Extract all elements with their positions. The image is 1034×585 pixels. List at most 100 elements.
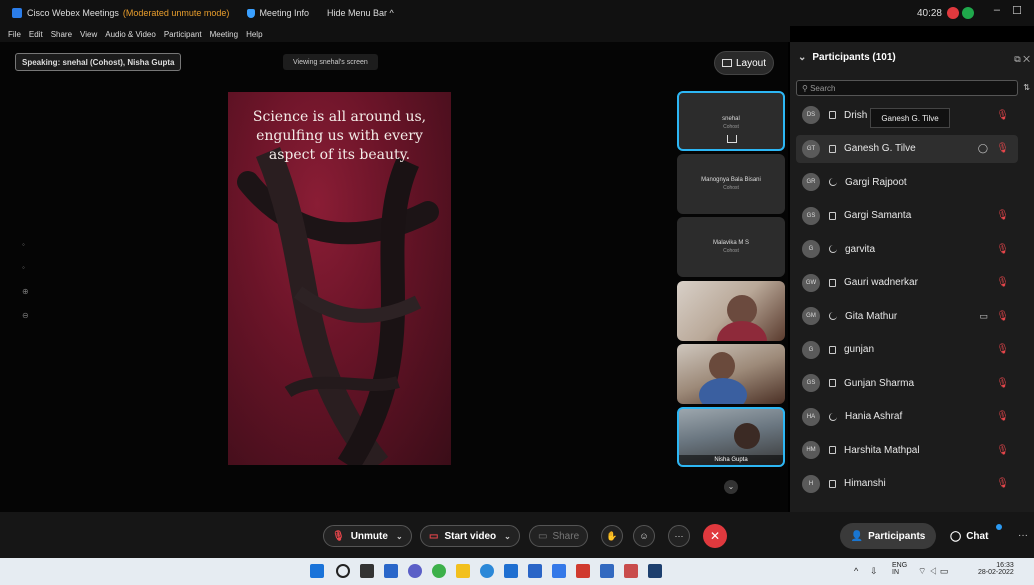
- participant-row[interactable]: H Himanshi 🎙: [796, 470, 1018, 498]
- participant-row[interactable]: HA Hania Ashraf 🎙: [796, 403, 1018, 431]
- menu-share[interactable]: Share: [51, 30, 72, 39]
- menu-meeting[interactable]: Meeting: [210, 30, 238, 39]
- start-video-label: Start video: [444, 530, 497, 542]
- search-icon[interactable]: [336, 564, 350, 578]
- restore-button[interactable]: ☐: [1012, 4, 1022, 17]
- share-button[interactable]: ▭ Share: [529, 525, 589, 547]
- menu-audio-video[interactable]: Audio & Video: [105, 30, 156, 39]
- participants-icon: 👤: [850, 530, 864, 542]
- muted-mic-icon[interactable]: 🎙: [996, 411, 1009, 422]
- meeting-info-button[interactable]: Meeting Info: [247, 8, 309, 18]
- muted-mic-icon[interactable]: 🎙: [996, 143, 1009, 154]
- widgets-icon[interactable]: [384, 564, 398, 578]
- audio-device-icon: [829, 312, 837, 320]
- end-meeting-button[interactable]: ✕: [703, 524, 727, 548]
- scroll-down-icon[interactable]: ⌄: [724, 480, 738, 494]
- wifi-volume-battery-icon[interactable]: ⌔ ◁ ▭: [918, 566, 948, 577]
- minimize-button[interactable]: –: [994, 4, 1000, 16]
- panel-popout-icon[interactable]: ⧉ ✕: [1014, 54, 1030, 65]
- muted-mic-icon[interactable]: 🎙: [996, 210, 1009, 221]
- video-tile-manognya[interactable]: Manognya Bala Bisani Cohost: [677, 154, 785, 214]
- start-video-button[interactable]: ▭ Start video ⌄: [420, 525, 520, 547]
- video-tile-participant-1[interactable]: [677, 281, 785, 341]
- chrome-icon[interactable]: [432, 564, 446, 578]
- muted-mic-icon[interactable]: 🎙: [996, 110, 1009, 121]
- muted-mic-icon[interactable]: 🎙: [996, 277, 1009, 288]
- muted-mic-icon[interactable]: 🎙: [996, 478, 1009, 489]
- more-panels-button[interactable]: ···: [1018, 530, 1028, 541]
- participant-row[interactable]: HM Harshita Mathpal 🎙: [796, 436, 1018, 464]
- muted-mic-icon[interactable]: 🎙: [996, 445, 1009, 456]
- computer-device-icon: [829, 446, 836, 454]
- chevron-down-icon[interactable]: ⌄: [504, 532, 511, 541]
- menu-help[interactable]: Help: [246, 30, 262, 39]
- participant-row[interactable]: GS Gunjan Sharma 🎙: [796, 369, 1018, 397]
- edge-icon[interactable]: [480, 564, 494, 578]
- audio-device-icon: [829, 178, 837, 186]
- participant-video: [734, 423, 760, 449]
- more-options-button[interactable]: ···: [668, 525, 690, 547]
- participant-video: [717, 321, 767, 341]
- participant-name: garvita: [845, 243, 876, 255]
- tray-app-icon[interactable]: ⇩: [870, 566, 878, 577]
- clock[interactable]: 16:33 28-02-2022: [978, 562, 1014, 576]
- computer-device-icon: [829, 111, 836, 119]
- participants-button[interactable]: 👤 Participants: [840, 523, 936, 549]
- chat-button[interactable]: ◯ Chat: [950, 523, 988, 549]
- participant-row[interactable]: GT Ganesh G. Tilve ◯ 🎙: [796, 134, 1018, 163]
- raise-hand-button[interactable]: ✋: [601, 525, 623, 547]
- mail-icon[interactable]: [528, 564, 542, 578]
- language-indicator[interactable]: ENG IN: [892, 562, 907, 576]
- video-tile-participant-2[interactable]: [677, 344, 785, 404]
- video-tile-malavika[interactable]: Malavika M S Cohost: [677, 217, 785, 277]
- reactions-button[interactable]: ☺: [633, 525, 655, 547]
- connection-status-icon[interactable]: [962, 7, 974, 19]
- menu-participant[interactable]: Participant: [164, 30, 202, 39]
- chevron-down-icon[interactable]: ⌄: [396, 532, 403, 541]
- fit-icon[interactable]: ◦: [22, 263, 32, 273]
- layout-button[interactable]: Layout: [714, 51, 774, 75]
- participant-row[interactable]: Ggarvita 🎙: [796, 235, 1018, 263]
- sort-icon[interactable]: ⇅: [1023, 83, 1030, 92]
- participant-search-input[interactable]: ⚲ Search: [796, 80, 1018, 96]
- participant-row[interactable]: GS Gargi Samanta 🎙: [796, 202, 1018, 230]
- participant-row[interactable]: Ggunjan 🎙: [796, 336, 1018, 364]
- windows-start-icon[interactable]: [310, 564, 324, 578]
- zoom-app-icon[interactable]: [552, 564, 566, 578]
- collapse-chevron-icon[interactable]: ⌄: [798, 52, 806, 63]
- menu-view[interactable]: View: [80, 30, 97, 39]
- teams-chat-icon[interactable]: [408, 564, 422, 578]
- recording-indicator-icon[interactable]: [947, 7, 959, 19]
- zoom-in-icon[interactable]: ⊕: [22, 287, 32, 297]
- file-explorer-icon[interactable]: [456, 564, 470, 578]
- tray-overflow-icon[interactable]: ^: [854, 566, 858, 576]
- participants-header[interactable]: ⌄ Participants (101): [798, 52, 896, 63]
- word-icon[interactable]: [600, 564, 614, 578]
- muted-mic-icon[interactable]: 🎙: [996, 244, 1009, 255]
- zoom-reset-icon[interactable]: ◦: [22, 240, 32, 250]
- task-view-icon[interactable]: [360, 564, 374, 578]
- video-tile-snehal[interactable]: snehal Cohost: [677, 91, 785, 151]
- muted-mic-icon[interactable]: 🎙: [996, 378, 1009, 389]
- menu-edit[interactable]: Edit: [29, 30, 43, 39]
- hide-menu-bar-button[interactable]: Hide Menu Bar ^: [327, 8, 394, 18]
- meeting-controls: 🎙 Unmute ⌄ ▭ Start video ⌄ ▭ Share ✋ ☺ ·…: [0, 512, 1034, 558]
- webex-taskbar-icon[interactable]: [648, 564, 662, 578]
- shared-quote-text: Science is all around us, engulfing us w…: [252, 109, 427, 163]
- zoom-out-icon[interactable]: ⊖: [22, 311, 32, 321]
- participant-row[interactable]: GW Gauri wadnerkar 🎙: [796, 269, 1018, 297]
- video-tile-nisha-gupta[interactable]: Nisha Gupta: [677, 407, 785, 467]
- acrobat-icon[interactable]: [576, 564, 590, 578]
- participant-name: gunjan: [844, 344, 875, 355]
- menu-file[interactable]: File: [8, 30, 21, 39]
- participant-row[interactable]: GR Gargi Rajpoot: [796, 168, 1018, 196]
- meeting-info-label: Meeting Info: [259, 8, 309, 18]
- muted-mic-icon[interactable]: 🎙: [996, 311, 1009, 322]
- chat-bubble-icon[interactable]: ◯: [978, 143, 988, 154]
- muted-mic-icon[interactable]: 🎙: [996, 344, 1009, 355]
- photos-icon[interactable]: [624, 564, 638, 578]
- avatar: GW: [802, 273, 820, 292]
- participant-row[interactable]: GM Gita Mathur ▭ 🎙: [796, 302, 1018, 330]
- unmute-button[interactable]: 🎙 Unmute ⌄: [323, 525, 412, 547]
- store-icon[interactable]: [504, 564, 518, 578]
